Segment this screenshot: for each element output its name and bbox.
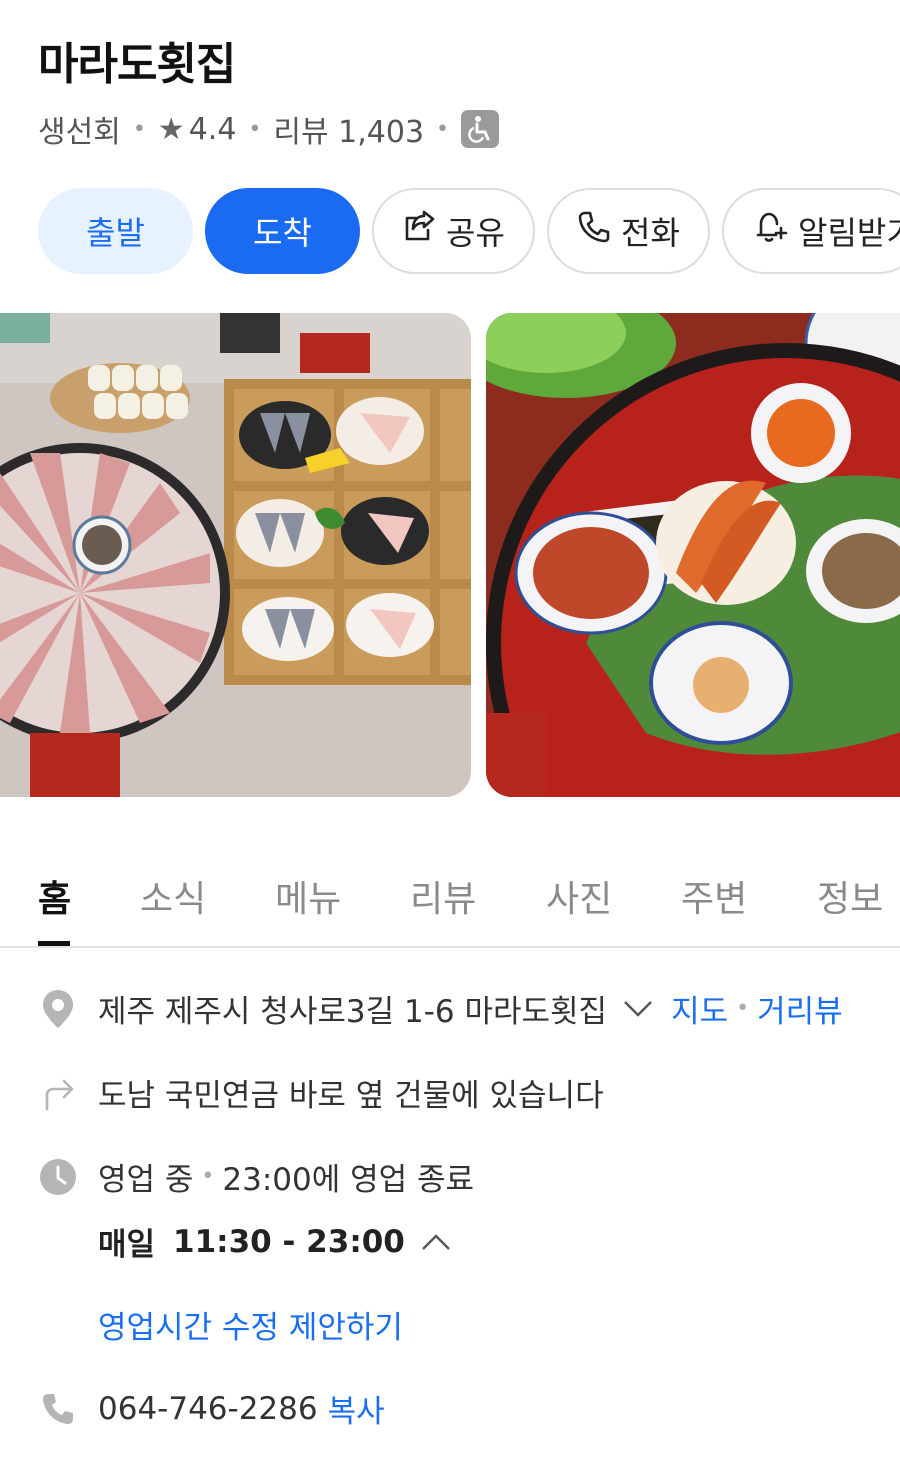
separator-dot: •	[248, 116, 262, 142]
tab-reviews[interactable]: 리뷰	[410, 870, 476, 922]
phone-number: 064-746-2286	[98, 1390, 318, 1427]
map-link[interactable]: 지도	[671, 986, 728, 1031]
edit-hours-link[interactable]: 영업시간 수정 제안하기	[98, 1302, 403, 1347]
photo-gallery[interactable]	[0, 313, 900, 797]
hours-day: 매일	[98, 1227, 156, 1263]
bell-plus-icon	[752, 209, 788, 253]
street-view-link[interactable]: 거리뷰	[757, 986, 843, 1031]
phone-icon	[577, 210, 611, 252]
arrive-button[interactable]: 도착	[205, 188, 360, 274]
hours-time: 11:30 - 23:00	[173, 1223, 405, 1260]
tab-photos[interactable]: 사진	[546, 870, 612, 922]
tab-nearby[interactable]: 주변	[681, 870, 747, 922]
share-icon	[402, 210, 436, 252]
rating-value: 4.4	[188, 111, 237, 147]
share-button[interactable]: 공유	[372, 188, 535, 274]
action-bar: 출발 도착 공유 전화 알림받기	[38, 188, 900, 274]
tab-menu[interactable]: 메뉴	[275, 870, 341, 922]
chevron-down-icon[interactable]	[623, 1000, 653, 1018]
open-status: 영업 중	[98, 1162, 194, 1198]
side-dishes-photo[interactable]	[486, 313, 900, 797]
copy-phone-link[interactable]: 복사	[328, 1386, 385, 1431]
tab-info[interactable]: 정보	[817, 870, 883, 922]
tab-home[interactable]: 홈	[38, 870, 71, 922]
hours-row[interactable]: 매일 11:30 - 23:00	[98, 1219, 451, 1264]
directions-text: 도남 국민연금 바로 옆 건물에 있습니다	[98, 1078, 604, 1114]
place-meta: 생선회 • ★ 4.4 • 리뷰 1,403 •	[38, 107, 500, 151]
category-label: 생선회	[38, 115, 121, 150]
tab-bar: 홈 소식 메뉴 리뷰 사진 주변 정보	[0, 850, 900, 948]
share-label: 공유	[446, 214, 505, 252]
call-label: 전화	[621, 214, 680, 252]
phone-row: 064-746-2286 복사	[38, 1386, 385, 1431]
directions-row: 도남 국민연금 바로 옆 건물에 있습니다	[38, 1070, 604, 1115]
place-title: 마라도횟집	[38, 39, 236, 90]
address-row: 제주 제주시 청사로3길 1-6 마라도횟집 지도 • 거리뷰	[38, 986, 843, 1031]
alert-label: 알림받기	[798, 214, 900, 252]
phone-icon	[38, 1389, 78, 1429]
closing-time: 23:00에 영업 종료	[222, 1162, 475, 1198]
separator-dot: •	[736, 996, 750, 1021]
chevron-up-icon[interactable]	[421, 1233, 451, 1251]
separator-dot: •	[201, 1164, 215, 1189]
alert-button[interactable]: 알림받기	[722, 188, 900, 274]
review-count-link[interactable]: 리뷰 1,403	[273, 107, 424, 151]
call-button[interactable]: 전화	[547, 188, 710, 274]
star-icon: ★	[157, 111, 185, 147]
location-pin-icon	[38, 989, 78, 1029]
wheelchair-icon[interactable]	[461, 110, 500, 148]
tab-news[interactable]: 소식	[140, 870, 206, 922]
depart-button[interactable]: 출발	[38, 188, 193, 274]
separator-dot: •	[436, 116, 450, 142]
turn-arrow-icon	[38, 1073, 78, 1113]
address-text: 제주 제주시 청사로3길 1-6 마라도횟집	[98, 994, 608, 1030]
clock-icon	[38, 1157, 78, 1197]
sashimi-platter-photo[interactable]	[0, 313, 471, 797]
active-tab-indicator	[38, 941, 70, 946]
status-row: 영업 중 • 23:00에 영업 종료	[38, 1154, 474, 1199]
separator-dot: •	[132, 116, 146, 142]
